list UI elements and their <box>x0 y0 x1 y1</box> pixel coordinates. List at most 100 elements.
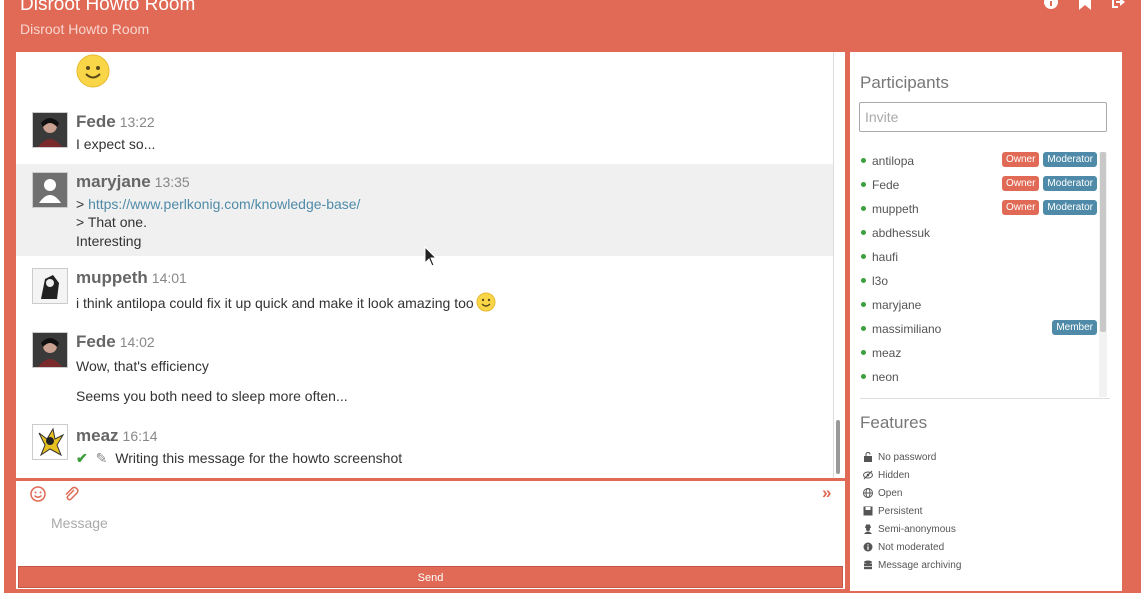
message-time: 14:01 <box>151 270 187 286</box>
avatar[interactable] <box>32 112 68 148</box>
avatar[interactable] <box>32 332 68 368</box>
occupants-sidebar: Participants Invite antilopa Owner Moderat… <box>850 52 1122 591</box>
participant-name: antilopa <box>872 154 915 168</box>
participant-name: abdhessuk <box>872 226 931 240</box>
feature-item: Not moderated <box>863 538 961 556</box>
paperclip-icon[interactable] <box>63 486 79 502</box>
save-icon <box>863 506 873 516</box>
participant-item[interactable]: neon <box>860 366 1105 390</box>
online-status-icon <box>861 350 866 355</box>
online-status-icon <box>861 374 866 379</box>
owner-badge: Owner <box>1001 176 1040 191</box>
eye-slash-icon <box>863 470 873 480</box>
send-button[interactable]: Send <box>18 566 843 588</box>
emoji-picker-icon[interactable] <box>30 486 46 502</box>
mouse-cursor-icon <box>424 246 438 267</box>
participant-item[interactable]: haufi <box>860 246 1105 270</box>
message-time: 13:35 <box>154 174 190 190</box>
message-text: > That one. <box>76 214 147 230</box>
online-status-icon <box>861 230 866 235</box>
features-list: No password Hidden Open Persistent Semi-… <box>863 448 961 574</box>
participant-item[interactable]: abdhessuk <box>860 222 1105 246</box>
participants-scrollbar[interactable] <box>1099 152 1107 397</box>
lock-open-icon <box>864 452 872 462</box>
message-author[interactable]: maryjane 13:35 <box>76 172 190 192</box>
room-subtitle: Disroot Howto Room <box>20 21 150 37</box>
feature-item: Persistent <box>863 502 961 520</box>
chat-message: maryjane 13:35 > https://www.perlkonig.co… <box>16 164 833 256</box>
chat-message: Fede 13:22 I expect so... <box>16 108 833 160</box>
message-link[interactable]: https://www.perlkonig.com/knowledge-base… <box>88 196 360 212</box>
message-text: I expect so... <box>76 136 156 152</box>
info-circle-icon <box>863 542 873 552</box>
message-author[interactable]: meaz 16:14 <box>76 426 158 446</box>
message-time: 14:02 <box>119 334 155 350</box>
participants-list: antilopa Owner Moderator Fede Owner Moderato… <box>860 150 1105 397</box>
features-heading: Features <box>860 413 928 432</box>
feature-item: Semi-anonymous <box>863 520 961 538</box>
chat-scrollbar[interactable] <box>833 52 843 478</box>
room-title: Disroot Howto Room <box>20 0 196 15</box>
feature-item: No password <box>863 448 961 466</box>
participant-item[interactable]: massimiliano Member <box>860 318 1105 342</box>
message-text: Interesting <box>76 233 142 249</box>
online-status-icon <box>861 326 866 331</box>
avatar[interactable] <box>32 268 68 304</box>
participant-name: maryjane <box>872 298 922 312</box>
participant-name: muppeth <box>872 202 919 216</box>
moderator-badge: Moderator <box>1043 176 1097 191</box>
participant-item[interactable]: antilopa Owner Moderator <box>860 150 1105 174</box>
info-icon[interactable] <box>1043 0 1059 10</box>
divider <box>860 398 1110 399</box>
smiley-emoji-icon <box>476 292 496 312</box>
participant-item[interactable]: Fede Owner Moderator <box>860 174 1105 198</box>
online-status-icon <box>861 278 866 283</box>
online-status-icon <box>861 302 866 307</box>
message-text: ✔ ✎ Writing this message for the howto s… <box>76 450 403 466</box>
message-text: Wow, that's efficiency <box>76 358 209 374</box>
chevron-double-right-icon[interactable]: » <box>822 483 838 502</box>
chat-message: muppeth 14:01 i think antilopa could fix … <box>16 262 833 322</box>
owner-badge: Owner <box>1001 152 1040 167</box>
message-author[interactable]: Fede 14:02 <box>76 332 155 352</box>
message-time: 13:22 <box>119 114 155 130</box>
chat-message: meaz 16:14 ✔ ✎ Writing this message for t… <box>16 420 833 478</box>
participant-name: Fede <box>872 178 900 192</box>
message-author[interactable]: Fede 13:22 <box>76 112 155 132</box>
participant-name: l3o <box>872 274 889 288</box>
chat-message: Fede 14:02 Wow, that's efficiency Seems y… <box>16 328 833 408</box>
online-status-icon <box>861 158 866 163</box>
globe-icon <box>863 488 873 498</box>
participant-item[interactable]: maryjane <box>860 294 1105 318</box>
message-author[interactable]: muppeth 14:01 <box>76 268 187 288</box>
chat-scrollbar-thumb[interactable] <box>836 420 840 474</box>
moderator-badge: Moderator <box>1043 152 1097 167</box>
database-icon <box>864 560 872 570</box>
online-status-icon <box>861 182 866 187</box>
participants-heading: Participants <box>860 73 949 92</box>
feature-item: Open <box>863 484 961 502</box>
smiley-emoji-icon <box>76 54 110 88</box>
participant-item[interactable]: meaz <box>860 342 1105 366</box>
bookmark-icon[interactable] <box>1077 0 1093 10</box>
avatar[interactable] <box>32 424 68 460</box>
edit-icon[interactable]: ✎ <box>96 450 108 466</box>
participant-name: haufi <box>872 250 899 264</box>
message-time: 16:14 <box>122 428 158 444</box>
feature-item: Message archiving <box>863 556 961 574</box>
invite-input[interactable]: Invite <box>859 102 1107 132</box>
participant-item[interactable]: l3o <box>860 270 1105 294</box>
avatar[interactable] <box>32 172 68 208</box>
message-input[interactable]: Message <box>51 515 108 531</box>
member-badge: Member <box>1052 320 1097 335</box>
check-icon: ✔ <box>76 450 88 466</box>
user-secret-icon <box>864 524 872 534</box>
message-text: > https://www.perlkonig.com/knowledge-ba… <box>76 196 361 212</box>
online-status-icon <box>861 206 866 211</box>
owner-badge: Owner <box>1001 200 1040 215</box>
participant-item[interactable]: muppeth Owner Moderator <box>860 198 1105 222</box>
participant-name: massimiliano <box>872 322 942 336</box>
participants-scrollbar-thumb[interactable] <box>1100 152 1106 332</box>
sign-out-icon[interactable] <box>1111 0 1127 10</box>
message-text: i think antilopa could fix it up quick a… <box>76 292 496 312</box>
